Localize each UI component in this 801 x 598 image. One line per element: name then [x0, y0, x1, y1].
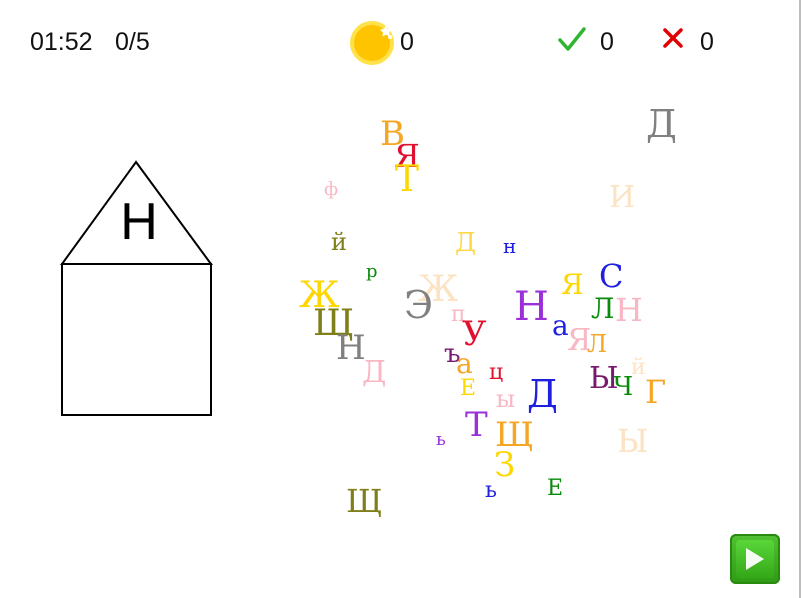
draggable-letter[interactable]: р [366, 263, 378, 281]
draggable-letter[interactable]: Я [561, 271, 584, 299]
draggable-letter[interactable]: ь [485, 480, 497, 502]
draggable-letter[interactable]: й [631, 357, 646, 379]
draggable-letter[interactable]: Л [591, 295, 614, 323]
draggable-letter[interactable]: Ы [617, 425, 648, 457]
cross-icon [661, 27, 685, 49]
draggable-letter[interactable]: Щ [346, 485, 383, 517]
draggable-letter[interactable]: Т [465, 408, 488, 442]
draggable-letter[interactable]: Д [527, 375, 558, 413]
draggable-letter[interactable]: Н [514, 287, 549, 327]
draggable-letter[interactable]: Е [547, 478, 563, 500]
draggable-letter[interactable]: ц [489, 362, 503, 384]
draggable-letter[interactable]: Т [395, 162, 419, 198]
draggable-letter[interactable]: И [609, 183, 635, 213]
draggable-letter[interactable]: Е [460, 378, 476, 400]
draggable-letter[interactable]: ы [496, 387, 515, 411]
coin-star-icon [350, 20, 396, 66]
draggable-letter[interactable]: ф [324, 181, 338, 199]
progress-counter: 0/5 [115, 28, 150, 56]
draggable-letter[interactable]: а [456, 350, 473, 378]
draggable-letter[interactable]: Э [404, 286, 433, 324]
draggable-letter[interactable]: С [599, 260, 623, 292]
draggable-letter[interactable]: Д [646, 105, 677, 143]
coin-count: 0 [400, 28, 414, 56]
draggable-letter[interactable]: н [503, 236, 516, 256]
draggable-letter[interactable]: й [331, 230, 347, 254]
draggable-letter[interactable]: Н [615, 294, 643, 326]
draggable-letter[interactable]: У [462, 317, 487, 351]
draggable-letter[interactable]: Л [587, 332, 607, 356]
timer: 01:52 [30, 28, 93, 56]
draggable-letter[interactable]: Д [362, 358, 386, 388]
play-icon [746, 548, 764, 570]
play-button[interactable] [730, 534, 780, 584]
draggable-letter[interactable]: Д [455, 230, 476, 256]
draggable-letter[interactable]: ь [436, 431, 446, 449]
wrong-count: 0 [700, 28, 714, 56]
correct-count: 0 [600, 28, 614, 56]
draggable-letter[interactable]: З [494, 448, 515, 482]
draggable-letter[interactable]: Г [645, 376, 666, 408]
checkmark-icon [558, 26, 586, 52]
house-letter: Н [120, 193, 158, 251]
